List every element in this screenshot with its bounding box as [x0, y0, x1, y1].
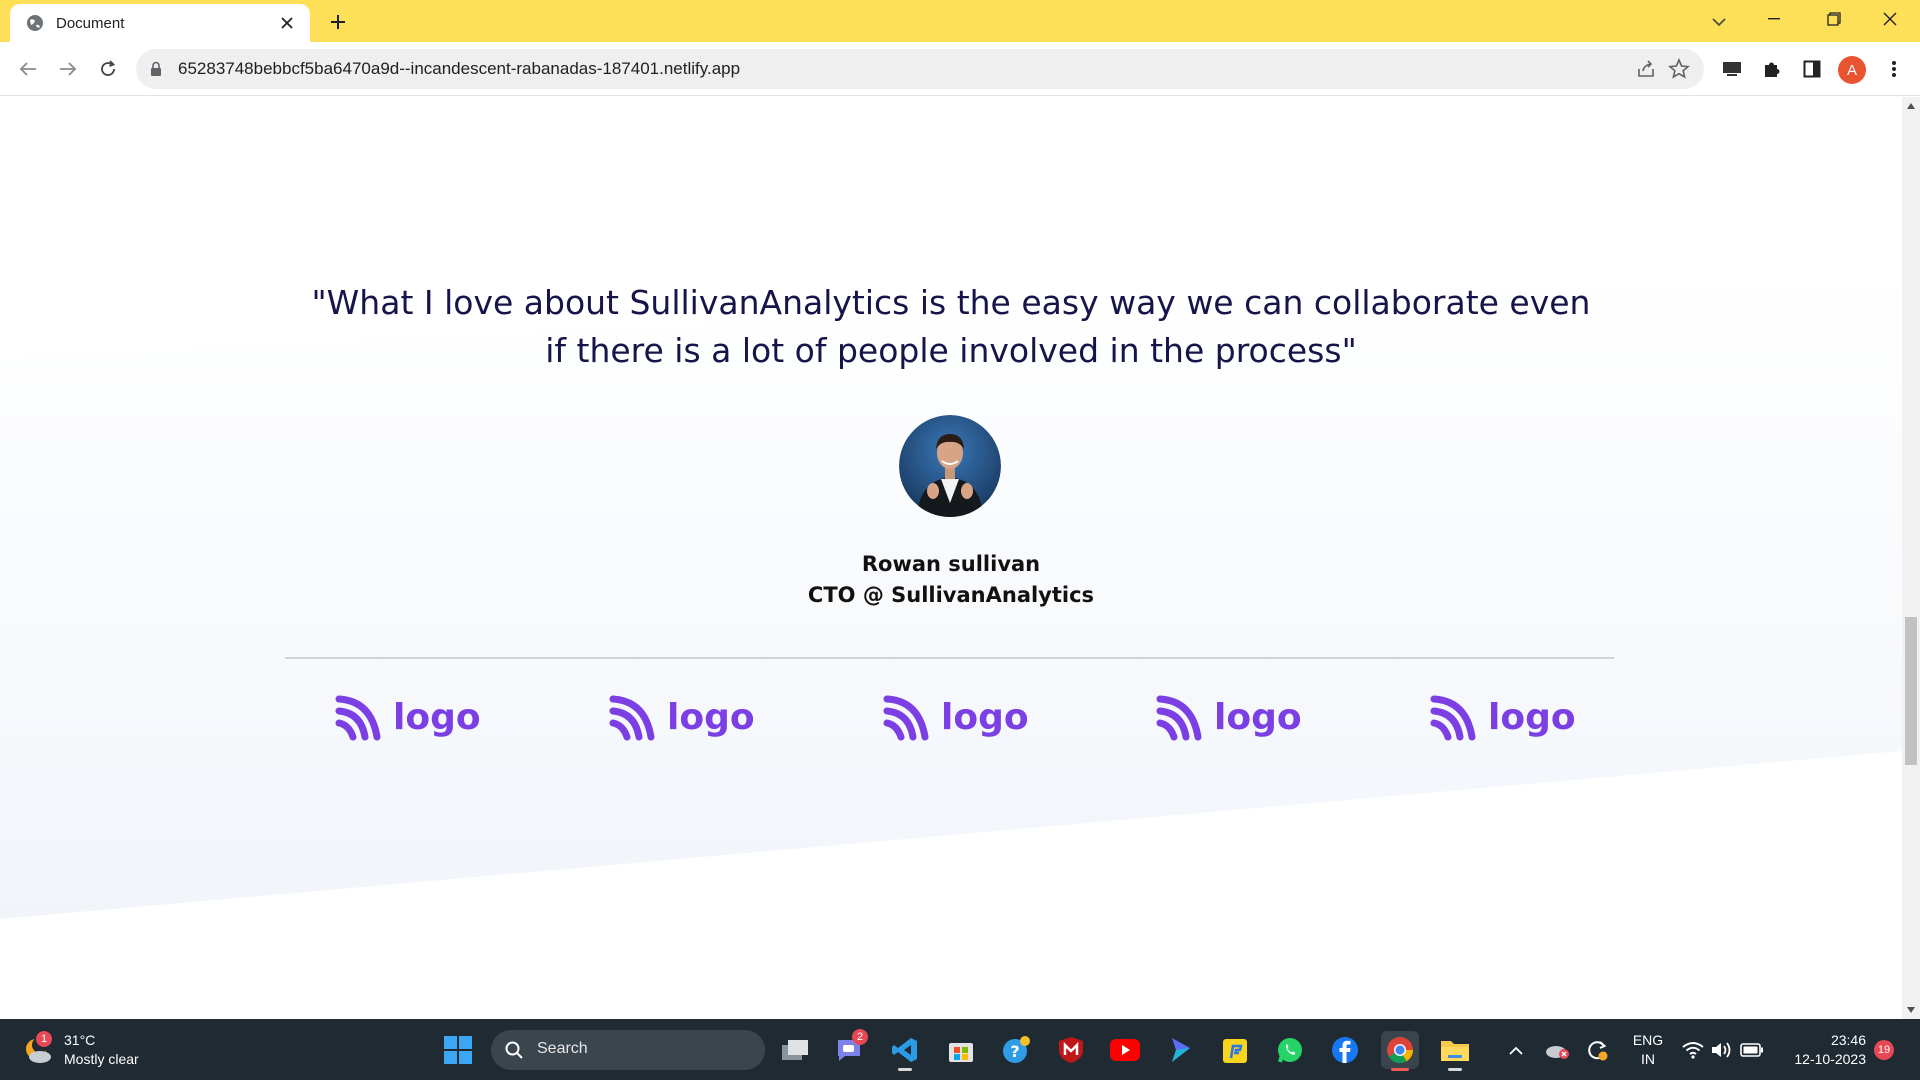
onedrive-error-icon[interactable]: [1544, 1037, 1570, 1063]
browser-toolbar: 65283748bebbcf5ba6470a9d--incandescent-r…: [0, 42, 1920, 96]
testimonial-person-name: Rowan sullivan: [861, 552, 1041, 576]
vscode-icon[interactable]: [886, 1031, 924, 1071]
page-viewport: "What I love about SullivanAnalytics is …: [0, 97, 1902, 1019]
lock-icon: [151, 61, 161, 76]
page-scrollbar[interactable]: [1902, 97, 1920, 1019]
logo-arcs-icon: [1156, 695, 1202, 741]
extensions-puzzle-icon[interactable]: [1758, 55, 1786, 83]
notification-count-badge[interactable]: 19: [1874, 1040, 1894, 1060]
help-tips-icon[interactable]: ?: [997, 1031, 1035, 1069]
partner-logo: logo: [609, 687, 759, 747]
globe-icon: [27, 15, 43, 31]
browser-tabstrip: Document: [0, 0, 1920, 42]
microsoft-store-icon[interactable]: [942, 1031, 980, 1069]
side-panel-icon[interactable]: [1798, 55, 1826, 83]
scroll-up-arrow-icon[interactable]: [1902, 97, 1920, 115]
testimonial-quote: "What I love about SullivanAnalytics is …: [311, 283, 1591, 370]
back-arrow-icon[interactable]: [14, 55, 42, 83]
active-indicator: [1391, 1068, 1409, 1071]
bookmark-star-icon[interactable]: [1668, 58, 1690, 80]
partner-logo: logo: [883, 687, 1033, 747]
logo-text: logo: [1214, 696, 1302, 738]
youtube-icon[interactable]: [1106, 1031, 1144, 1069]
browser-tab[interactable]: Document: [10, 4, 310, 42]
active-indicator: [898, 1068, 912, 1071]
restore-button[interactable]: [1806, 0, 1862, 38]
close-window-button[interactable]: [1862, 0, 1918, 38]
testimonial-person-title: CTO @ SullivanAnalytics: [807, 583, 1095, 607]
share-icon[interactable]: [1636, 59, 1656, 79]
chrome-icon[interactable]: [1381, 1031, 1419, 1071]
sync-update-icon[interactable]: [1584, 1037, 1610, 1063]
wifi-icon[interactable]: [1680, 1037, 1706, 1063]
logo-arcs-icon: [609, 695, 655, 741]
logo-text: logo: [667, 696, 755, 738]
logo-arcs-icon: [1430, 695, 1476, 741]
taskbar-search[interactable]: Search: [491, 1030, 765, 1070]
mcafee-icon[interactable]: [1052, 1031, 1090, 1069]
partner-logo: logo: [1156, 687, 1306, 747]
volume-icon[interactable]: [1709, 1037, 1735, 1063]
tab-close-icon[interactable]: [276, 12, 298, 34]
tab-title: Document: [56, 14, 125, 32]
windows-start-icon[interactable]: [444, 1036, 472, 1064]
battery-icon[interactable]: [1739, 1037, 1765, 1063]
profile-avatar[interactable]: A: [1838, 56, 1866, 84]
logo-text: logo: [1488, 696, 1576, 738]
copilot-icon[interactable]: [1161, 1031, 1199, 1069]
scrollbar-thumb[interactable]: [1905, 617, 1917, 765]
logo-text: logo: [941, 696, 1029, 738]
search-icon: [505, 1041, 523, 1059]
logo-text: logo: [393, 696, 481, 738]
logo-arcs-icon: [335, 695, 381, 741]
language-region: IN: [1641, 1051, 1655, 1067]
new-tab-button[interactable]: [324, 8, 352, 36]
partner-logo-row: logo logo logo logo logo: [285, 687, 1614, 747]
weather-badge: 1: [36, 1031, 52, 1047]
windows-taskbar: 1 31°C Mostly clear Search 2 ? ENG IN 23…: [0, 1019, 1920, 1080]
teams-badge: 2: [852, 1029, 868, 1045]
task-view-icon[interactable]: [777, 1031, 815, 1069]
reload-icon[interactable]: [94, 55, 122, 83]
teams-chat-icon[interactable]: 2: [830, 1029, 868, 1069]
section-divider: [285, 657, 1614, 659]
partner-logo: logo: [1430, 687, 1580, 747]
weather-temperature: 31°C: [64, 1032, 96, 1048]
testimonial-avatar: [899, 415, 1001, 517]
logo-arcs-icon: [883, 695, 929, 741]
tray-overflow-chevron-icon[interactable]: [1503, 1037, 1529, 1063]
flipkart-icon[interactable]: [1216, 1031, 1254, 1069]
more-menu-icon[interactable]: [1880, 55, 1908, 83]
input-language[interactable]: ENG IN: [1630, 1031, 1666, 1069]
scroll-down-arrow-icon[interactable]: [1902, 1001, 1920, 1019]
facebook-icon[interactable]: [1326, 1031, 1364, 1069]
language-code: ENG: [1632, 1032, 1664, 1048]
active-indicator: [1448, 1068, 1462, 1071]
weather-widget[interactable]: 1 31°C Mostly clear: [22, 1031, 182, 1071]
forward-arrow-icon[interactable]: [54, 55, 82, 83]
weather-condition: Mostly clear: [64, 1051, 139, 1067]
taskbar-search-placeholder: Search: [537, 1040, 588, 1057]
tab-search-chevron-icon[interactable]: [1705, 8, 1733, 36]
address-bar[interactable]: 65283748bebbcf5ba6470a9d--incandescent-r…: [136, 49, 1704, 89]
minimize-button[interactable]: [1746, 0, 1802, 38]
clock-time: 23:46: [1830, 1032, 1866, 1048]
url-text: 65283748bebbcf5ba6470a9d--incandescent-r…: [178, 59, 741, 78]
cast-media-icon[interactable]: [1718, 55, 1746, 83]
file-explorer-icon[interactable]: [1436, 1031, 1474, 1071]
system-clock[interactable]: 23:46 12-10-2023: [1776, 1031, 1866, 1069]
whatsapp-icon[interactable]: [1271, 1031, 1309, 1069]
svg-text:?: ?: [1010, 1042, 1019, 1061]
clock-date: 12-10-2023: [1794, 1051, 1866, 1067]
partner-logo: logo: [335, 687, 485, 747]
